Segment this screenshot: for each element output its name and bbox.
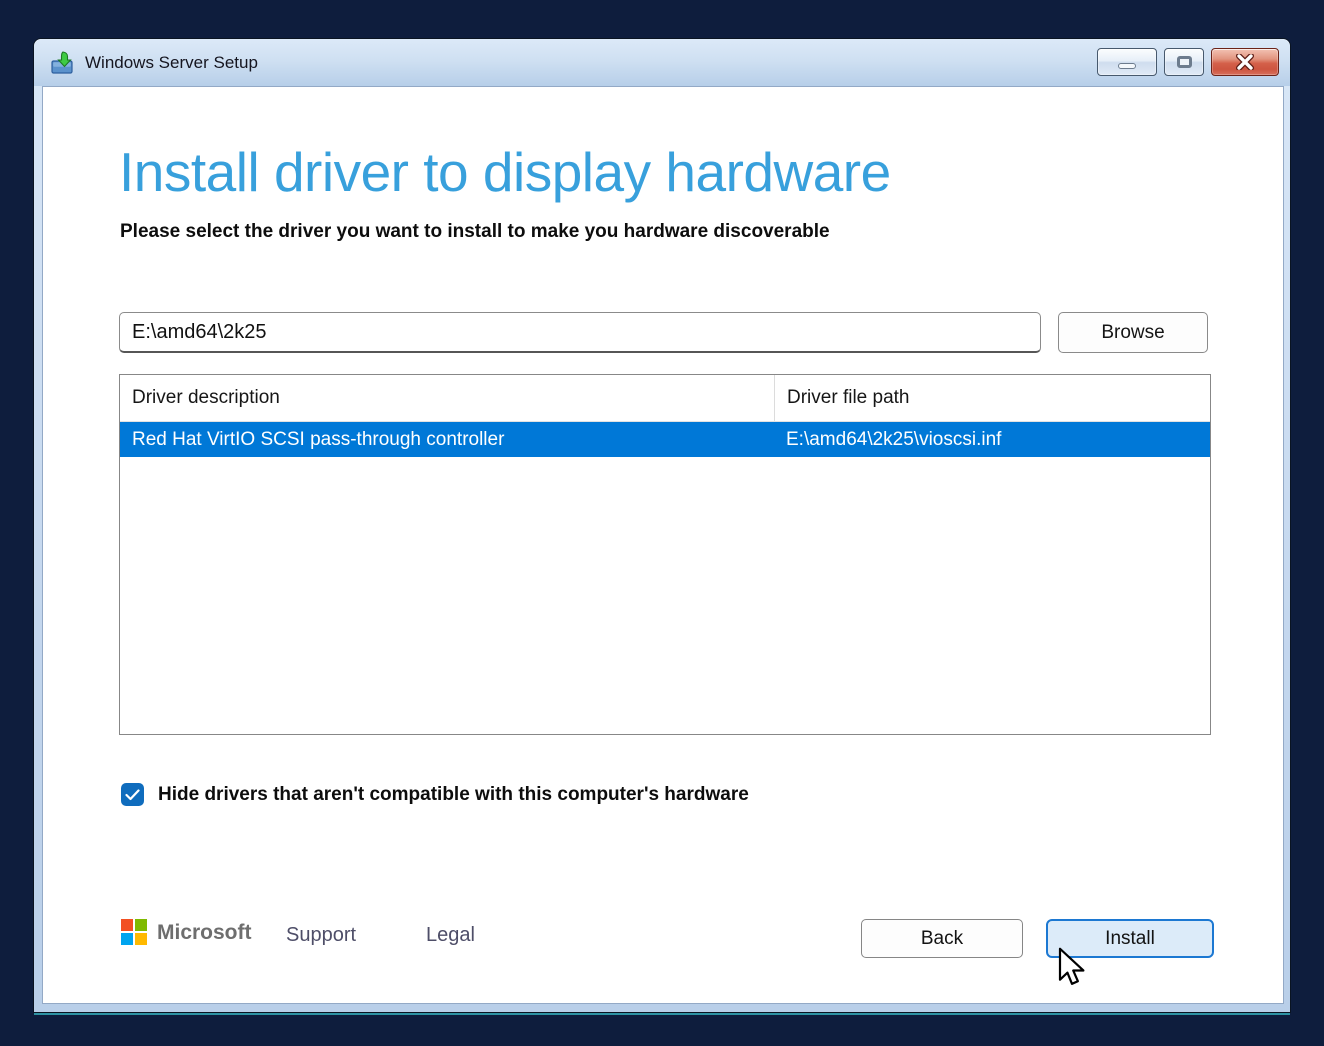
driver-file-path-cell: E:\amd64\2k25\vioscsi.inf [774, 422, 1210, 457]
driver-list: Driver description Driver file path Red … [119, 374, 1211, 735]
driver-description-cell: Red Hat VirtIO SCSI pass-through control… [120, 422, 774, 457]
hide-incompatible-checkbox[interactable] [121, 783, 144, 806]
window-title: Windows Server Setup [85, 53, 258, 73]
page-title: Install driver to display hardware [119, 141, 891, 204]
microsoft-wordmark: Microsoft [157, 921, 252, 945]
logo-square-red [121, 919, 133, 931]
back-button[interactable]: Back [861, 919, 1023, 958]
maximize-button[interactable] [1164, 48, 1204, 76]
install-button[interactable]: Install [1046, 919, 1214, 958]
minimize-icon [1118, 63, 1136, 69]
close-button[interactable] [1211, 48, 1279, 76]
support-link[interactable]: Support [286, 924, 356, 947]
hide-incompatible-label: Hide drivers that aren't compatible with… [158, 784, 749, 806]
legal-link[interactable]: Legal [426, 924, 475, 947]
logo-square-yellow [135, 933, 147, 945]
logo-square-blue [121, 933, 133, 945]
logo-square-green [135, 919, 147, 931]
install-arrow-icon [49, 50, 75, 76]
desktop: { "window": { "title": "Windows Server S… [0, 0, 1324, 1046]
client-area: Install driver to display hardware Pleas… [42, 86, 1284, 1004]
window-controls [1097, 48, 1279, 76]
hide-incompatible-row: Hide drivers that aren't compatible with… [121, 783, 749, 806]
setup-window: Windows Server Setup Install driver to d… [33, 38, 1291, 1013]
microsoft-logo-icon [121, 919, 148, 946]
page-subtitle: Please select the driver you want to ins… [120, 221, 830, 243]
close-icon [1235, 54, 1255, 70]
driver-path-input[interactable] [119, 312, 1041, 353]
driver-list-header: Driver description Driver file path [120, 375, 1210, 422]
maximize-icon [1177, 56, 1192, 68]
column-header-driver-file-path[interactable]: Driver file path [774, 375, 1210, 421]
column-header-driver-description[interactable]: Driver description [120, 375, 774, 421]
driver-row-selected[interactable]: Red Hat VirtIO SCSI pass-through control… [120, 422, 1210, 457]
minimize-button[interactable] [1097, 48, 1157, 76]
checkmark-icon [125, 789, 140, 801]
browse-button[interactable]: Browse [1058, 312, 1208, 353]
